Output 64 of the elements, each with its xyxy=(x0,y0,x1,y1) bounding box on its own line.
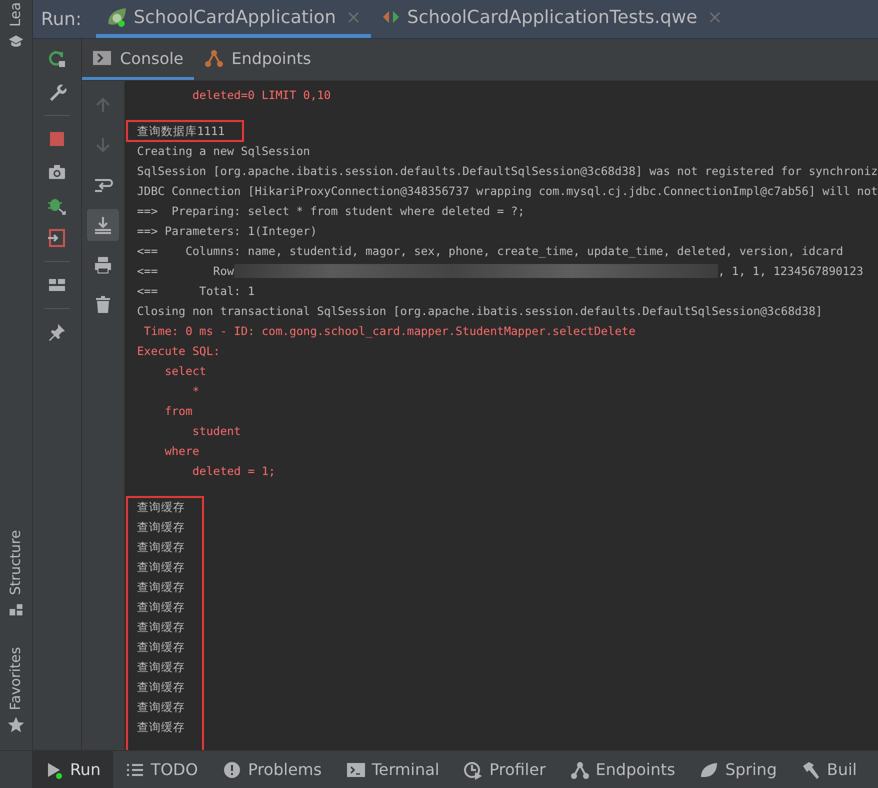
console-line: 查询缓存 xyxy=(137,559,185,576)
console-line: , 1, 1, 1234567890123 xyxy=(718,263,864,280)
tool-window-tab[interactable]: Buil xyxy=(788,751,869,788)
trash-icon xyxy=(93,295,113,315)
profiler-icon xyxy=(463,760,484,780)
console-line: select xyxy=(164,363,206,380)
console-line: Closing non transactional SqlSession [org.apache.ibatis.session.defaults.DefaultSqlSession@3c68d38] xyxy=(137,303,822,320)
console-line: JDBC Connection [HikariProxyConnection@348356737 wrapping com.mysql.cj.jdbc.ConnectionImpl@c7ab56] will not xyxy=(137,183,878,200)
console-line: * xyxy=(191,383,200,400)
tool-window-tab[interactable]: Endpoints xyxy=(558,751,688,788)
console-line: 查询缓存 xyxy=(137,519,185,536)
console-line: <== Row xyxy=(137,263,234,280)
side-tool-tab[interactable]: Structure xyxy=(8,530,24,617)
console-line: SqlSession [org.apache.ibatis.session.defaults.DefaultSqlSession@3c68d38] was not registered for synchroniz xyxy=(137,163,878,180)
console-line: Creating a new SqlSession xyxy=(137,143,310,160)
console-line: 查询缓存 xyxy=(137,699,185,716)
console-line: where xyxy=(164,443,200,460)
endpoints-icon xyxy=(570,760,590,780)
tool-window-tab[interactable]: Run xyxy=(32,751,113,788)
tool-window-tab[interactable]: Spring xyxy=(687,751,789,788)
spring-leaf-icon xyxy=(106,6,128,28)
hammer-icon xyxy=(800,760,821,780)
console-line: Execute SQL: xyxy=(137,343,220,360)
tool-window-tab[interactable]: Problems xyxy=(210,751,334,788)
console-line: 查询缓存 xyxy=(137,659,185,676)
star-icon xyxy=(7,716,25,734)
console-line: 查询缓存 xyxy=(137,599,185,616)
console-line: 查询缓存 xyxy=(137,579,185,596)
console-line: 查询缓存 xyxy=(137,619,185,636)
run-label: Run: xyxy=(40,8,83,30)
console-icon xyxy=(92,48,112,68)
console-line: 查询缓存 xyxy=(137,679,185,696)
console-line: student xyxy=(191,423,241,440)
console-line: <== Total: 1 xyxy=(137,283,255,300)
rerun-icon xyxy=(47,49,67,69)
console-line: 查询缓存 xyxy=(137,639,185,656)
console-line: deleted = 1; xyxy=(191,463,276,480)
side-tool-tab[interactable]: Favorites xyxy=(7,646,25,734)
graduation-cap-icon xyxy=(8,32,24,49)
console-line: ==> Preparing: select * from student where deleted = ?; xyxy=(137,203,525,220)
console-line: 查询缓存 xyxy=(137,499,185,516)
console-tool-button[interactable] xyxy=(87,209,119,241)
pin-icon xyxy=(47,322,67,342)
tool-window-tab[interactable]: TODO xyxy=(112,751,210,788)
console-line: deleted=0 LIMIT 0,10 xyxy=(191,87,331,104)
console-line: Time: 0 ms - ID: com.gong.school_card.mapper.StudentMapper.selectDelete xyxy=(142,323,636,340)
scroll-end-icon xyxy=(93,215,113,235)
warning-icon xyxy=(222,760,242,780)
console-line: ==> Parameters: 1(Integer) xyxy=(137,223,318,240)
console-line: 查询缓存 xyxy=(137,719,185,736)
panel-tab[interactable]: Endpoints xyxy=(194,39,322,80)
tool-window-tab[interactable]: Profiler xyxy=(451,751,558,788)
console-line: <== Columns: name, studentid, magor, sex, phone, create_time, update_time, deleted, version, idcard xyxy=(137,243,844,260)
camera-icon xyxy=(47,162,67,182)
console-line: 查询数据库1111 xyxy=(137,123,225,140)
console-line: 查询缓存 xyxy=(137,539,185,556)
console-line: from xyxy=(164,403,192,420)
side-tool-tab[interactable]: Lea xyxy=(8,2,24,49)
print-icon xyxy=(93,255,113,275)
exit-icon xyxy=(47,228,67,248)
tool-window-tab[interactable]: Terminal xyxy=(334,751,452,788)
stop-icon xyxy=(47,129,67,149)
configuration-tab[interactable]: SchoolCardApplicationTests.qwe × xyxy=(371,0,732,38)
endpoints-icon xyxy=(204,48,224,68)
